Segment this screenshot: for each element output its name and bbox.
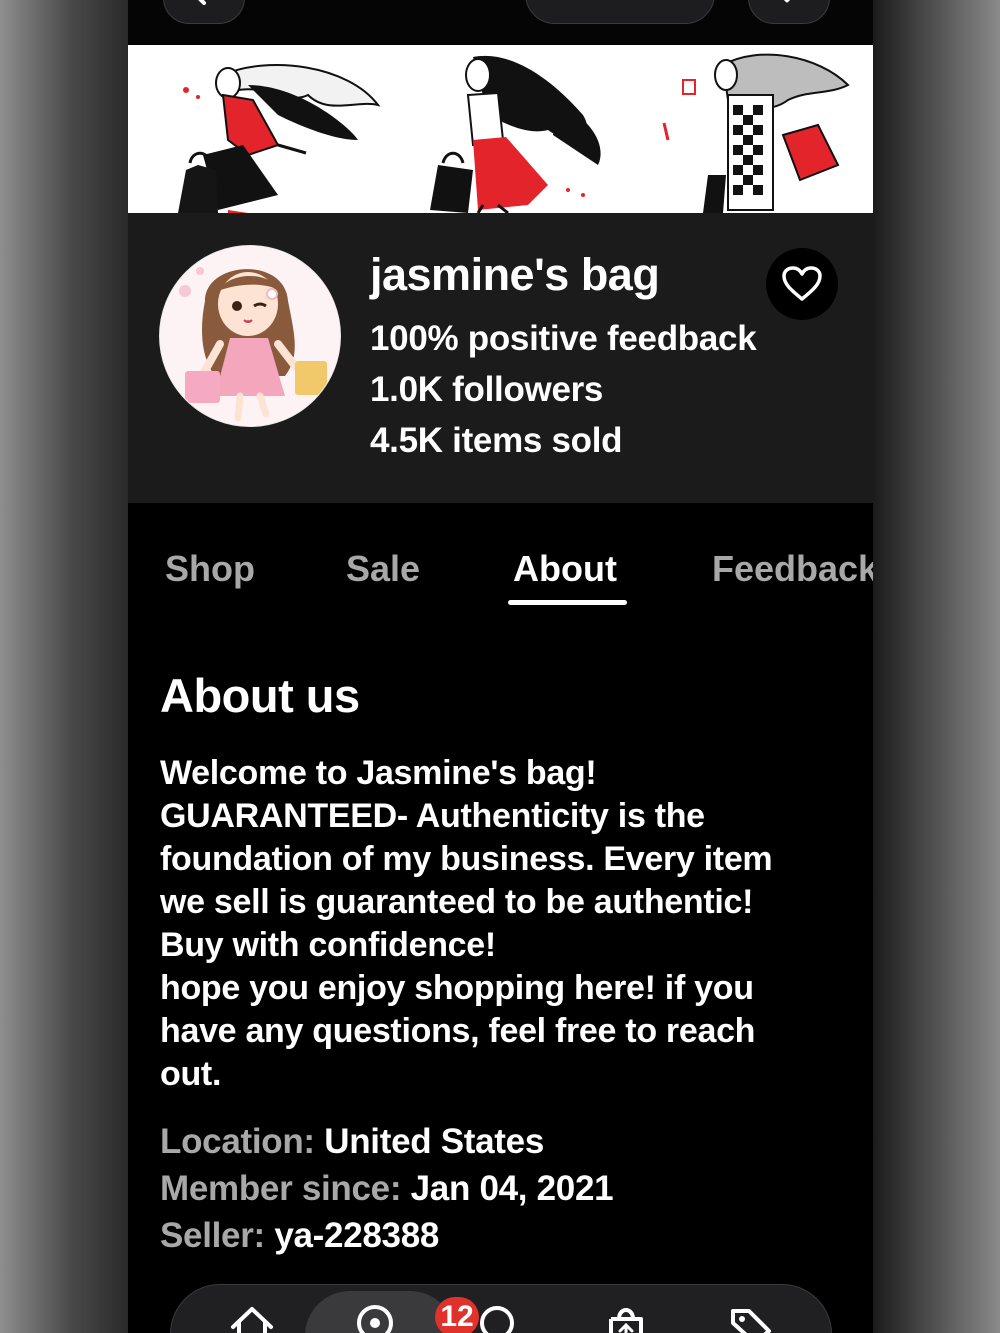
cart-button[interactable]: [748, 0, 830, 24]
member-since-value: Jan 04, 2021: [410, 1169, 614, 1208]
member-since-row: Member since: Jan 04, 2021: [160, 1169, 614, 1209]
notification-badge: 12: [435, 1297, 479, 1333]
items-sold: 4.5K items sold: [370, 421, 623, 460]
about-heading: About us: [160, 669, 360, 722]
follower-count: 1.0K followers: [370, 370, 604, 409]
banner-illustration: [178, 53, 850, 213]
deals-icon[interactable]: [725, 1303, 775, 1333]
about-line: foundation of my business. Every item: [160, 840, 773, 878]
top-bar: [128, 0, 873, 45]
back-arrow-icon: [198, 0, 206, 5]
about-line: have any questions, feel free to reach: [160, 1012, 756, 1050]
about-line: out.: [160, 1055, 222, 1093]
tab-sale[interactable]: Sale: [346, 548, 420, 590]
about-line: Buy with confidence!: [160, 926, 496, 964]
heart-icon: [782, 266, 822, 301]
member-since-label: Member since:: [160, 1169, 402, 1208]
tab-about[interactable]: About: [513, 548, 617, 590]
app-screen: jasmine's bag 100% positive feedback 1.0…: [128, 0, 873, 1333]
bottom-navigation: 12: [170, 1284, 832, 1333]
shop-avatar[interactable]: [159, 245, 341, 427]
about-line: hope you enjoy shopping here! if you: [160, 969, 754, 1007]
location-label: Location:: [160, 1122, 315, 1161]
follow-button[interactable]: [766, 248, 838, 320]
shop-tabs: Shop Sale About Feedback: [128, 503, 873, 615]
about-line: GUARANTEED- Authenticity is the: [160, 797, 705, 835]
about-line: we sell is guaranteed to be authentic!: [160, 883, 754, 921]
positive-feedback: 100% positive feedback: [370, 319, 757, 358]
seller-row: Seller: ya-228388: [160, 1216, 439, 1256]
search-icon[interactable]: [475, 1303, 521, 1333]
shop-name: jasmine's bag: [370, 249, 660, 300]
seller-value: ya-228388: [274, 1216, 440, 1255]
about-line: Welcome to Jasmine's bag!: [160, 754, 597, 792]
back-button[interactable]: [163, 0, 245, 24]
cart-icon: [783, 0, 791, 3]
search-button[interactable]: [525, 0, 715, 24]
seller-label: Seller:: [160, 1216, 265, 1255]
about-description: Welcome to Jasmine's bag! GUARANTEED- Au…: [160, 752, 850, 1096]
tab-feedback[interactable]: Feedback: [712, 548, 873, 590]
location-row: Location: United States: [160, 1122, 544, 1162]
explore-icon[interactable]: [353, 1303, 399, 1333]
shop-banner-image: [128, 45, 873, 213]
shop-profile-header: jasmine's bag 100% positive feedback 1.0…: [128, 213, 873, 503]
avatar-illustration: [160, 246, 340, 426]
selling-icon[interactable]: [603, 1303, 649, 1333]
home-icon[interactable]: [227, 1303, 277, 1333]
location-value: United States: [324, 1122, 544, 1161]
active-tab-indicator: [508, 600, 627, 605]
tab-shop[interactable]: Shop: [165, 548, 255, 590]
